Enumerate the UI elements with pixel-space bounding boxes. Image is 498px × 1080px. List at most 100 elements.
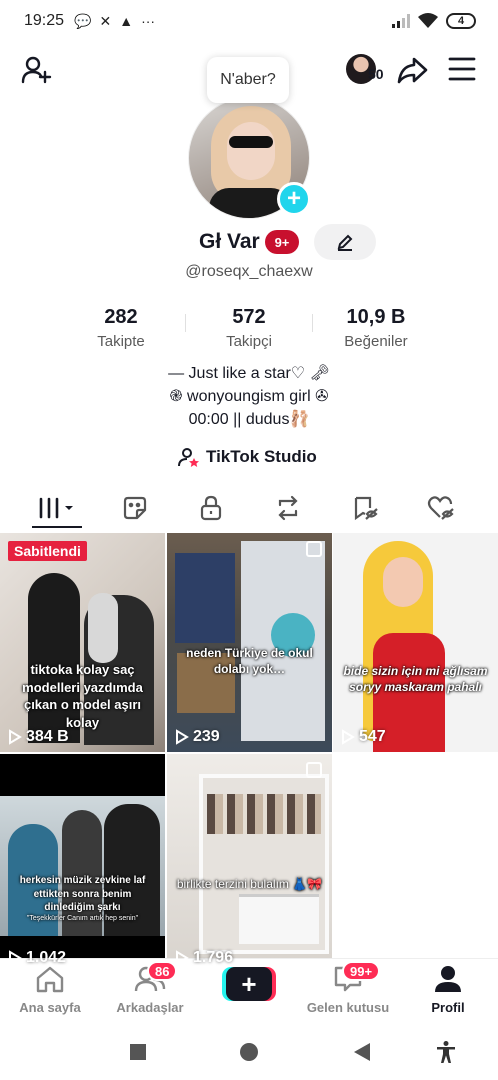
video-thumbnail[interactable]: birlikte terzini bulalım 👗🎀 1.796 bbox=[167, 754, 332, 973]
view-count-value: 384 B bbox=[26, 728, 69, 745]
view-count: 239 bbox=[175, 728, 220, 746]
create-button[interactable]: + bbox=[222, 967, 276, 1001]
video-thumbnail[interactable]: neden Türkiye de okul dolabı yok… 239 bbox=[167, 533, 332, 752]
tab-videos[interactable] bbox=[15, 490, 98, 526]
edit-profile-button[interactable] bbox=[314, 224, 376, 260]
nav-home-label: Ana sayfa bbox=[19, 1000, 81, 1015]
carousel-icon bbox=[306, 541, 322, 557]
note-bubble[interactable]: N'aber? bbox=[207, 57, 289, 103]
back-icon[interactable] bbox=[350, 1040, 374, 1064]
stat-following-label: Takipte bbox=[97, 333, 145, 350]
home-system-icon[interactable] bbox=[237, 1040, 261, 1064]
thumb-face bbox=[383, 557, 423, 607]
bio: — Just like a star♡ 🗝 ֎ wonyoungism girl… bbox=[0, 362, 498, 431]
stat-following[interactable]: 282 Takipte bbox=[61, 306, 181, 350]
video-caption: neden Türkiye de okul dolabı yok… bbox=[186, 646, 313, 677]
view-count: 384 B bbox=[8, 728, 69, 746]
video-caption: birlikte terzini bulalım 👗🎀 bbox=[176, 877, 323, 891]
video-caption: bide sizin için mi ağlısam soryy maskara… bbox=[343, 664, 488, 695]
tab-stickers[interactable] bbox=[93, 490, 176, 526]
friends-count: 50 bbox=[368, 66, 384, 82]
more-notifications-icon: ··· bbox=[141, 13, 156, 29]
stat-likes[interactable]: 10,9 B Beğeniler bbox=[316, 306, 436, 350]
stat-likes-value: 10,9 B bbox=[346, 306, 406, 328]
warning-icon: ▲ bbox=[119, 13, 134, 29]
play-icon bbox=[176, 729, 189, 745]
grid-videos-icon bbox=[39, 497, 73, 519]
status-time: 19:25 bbox=[24, 12, 65, 29]
accessibility-icon[interactable] bbox=[434, 1040, 458, 1064]
share-icon[interactable] bbox=[396, 54, 428, 86]
avatar-photo-sunglasses bbox=[229, 136, 273, 148]
thumb-books bbox=[175, 553, 235, 643]
stat-divider bbox=[185, 314, 186, 332]
video-thumbnail[interactable]: Sabitlendi tiktoka kolay saç modelleri y… bbox=[0, 533, 165, 752]
tiktok-studio-link[interactable]: TikTok Studio bbox=[178, 445, 317, 469]
repost-icon bbox=[277, 495, 298, 521]
view-count: 1.042 bbox=[8, 949, 66, 967]
friends-badge: 86 bbox=[147, 961, 178, 981]
tab-private[interactable] bbox=[169, 490, 252, 526]
nav-inbox-label: Gelen kutusu bbox=[306, 1000, 390, 1015]
nav-profile-label: Profil bbox=[431, 1000, 465, 1015]
bio-line: 00:00 || dudus🩰 bbox=[188, 411, 310, 428]
signal-icon bbox=[392, 14, 410, 28]
add-friend-icon[interactable] bbox=[20, 54, 52, 86]
name-badge[interactable]: 9+ bbox=[265, 230, 299, 254]
thumb-clothes bbox=[207, 794, 321, 834]
username: @roseqx_chaexw bbox=[185, 263, 313, 280]
bookmark-hidden-icon bbox=[354, 496, 378, 521]
view-count: 547 bbox=[341, 728, 386, 746]
menu-icon[interactable] bbox=[448, 56, 476, 82]
thumb-hair bbox=[88, 593, 118, 663]
stat-followers-label: Takipçi bbox=[226, 333, 272, 350]
recents-icon[interactable] bbox=[126, 1040, 150, 1064]
nav-profile[interactable]: Profil bbox=[398, 965, 498, 1015]
profile-stats: 282 Takipte 572 Takipçi 10,9 B Beğeniler bbox=[0, 306, 498, 356]
status-bar: 19:25 💬 ✕ ▲ ··· 4 bbox=[0, 0, 498, 42]
bio-line: — Just like a star♡ 🗝 bbox=[168, 365, 330, 382]
view-count-value: 239 bbox=[193, 728, 220, 745]
video-thumbnail[interactable]: herkesin müzik zevkine laf ettikten sonr… bbox=[0, 754, 165, 973]
nav-friends-label: Arkadaşlar bbox=[116, 1000, 184, 1015]
home-icon bbox=[36, 966, 64, 993]
nav-home[interactable]: Ana sayfa bbox=[0, 965, 100, 1015]
pinned-badge: Sabitlendi bbox=[8, 541, 87, 561]
display-name: Gł Var bbox=[199, 230, 260, 253]
tab-reposts[interactable] bbox=[246, 490, 329, 526]
inbox-badge: 99+ bbox=[342, 961, 381, 981]
avatar-photo-face bbox=[227, 122, 275, 180]
content-tabs bbox=[0, 490, 498, 530]
carousel-icon bbox=[306, 762, 322, 778]
view-count-value: 547 bbox=[359, 728, 386, 745]
video-caption: tiktoka kolay saç modelleri yazdımda çık… bbox=[22, 662, 143, 730]
active-tab-indicator bbox=[32, 526, 82, 528]
play-icon bbox=[9, 950, 22, 966]
stat-followers[interactable]: 572 Takipçi bbox=[189, 306, 309, 350]
thumb-drawers bbox=[239, 894, 319, 944]
bottom-navigation: Ana sayfa Arkadaşlar 86 + Gelen kutusu 9… bbox=[0, 958, 498, 1022]
battery-icon: 4 bbox=[446, 13, 476, 29]
chat-notification-icon: 💬 bbox=[74, 12, 92, 29]
view-count-value: 1.796 bbox=[193, 949, 234, 966]
video-thumbnail[interactable]: bide sizin için mi ağlısam soryy maskara… bbox=[333, 533, 498, 752]
system-navigation bbox=[0, 1022, 498, 1080]
note-text: N'aber? bbox=[220, 71, 276, 88]
stat-divider bbox=[312, 314, 313, 332]
stat-following-value: 282 bbox=[104, 306, 138, 328]
stat-likes-label: Beğeniler bbox=[344, 333, 408, 350]
heart-hidden-icon bbox=[427, 496, 454, 520]
tab-favorites[interactable] bbox=[323, 490, 406, 526]
sticker-icon bbox=[123, 496, 146, 520]
play-icon bbox=[176, 950, 189, 966]
play-icon bbox=[9, 729, 22, 745]
add-story-plus-icon[interactable]: + bbox=[277, 182, 311, 216]
lock-icon bbox=[200, 495, 221, 521]
pencil-icon bbox=[337, 234, 353, 251]
capcut-notification-icon: ✕ bbox=[99, 12, 112, 29]
wifi-icon bbox=[418, 13, 438, 28]
profile-icon bbox=[435, 966, 461, 992]
studio-user-icon bbox=[178, 448, 199, 467]
tab-liked[interactable] bbox=[399, 490, 482, 526]
play-icon bbox=[342, 729, 355, 745]
